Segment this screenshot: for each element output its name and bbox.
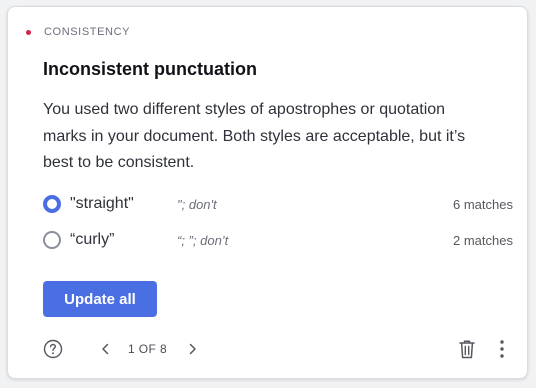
trash-icon[interactable] [457, 338, 477, 360]
option-curly-radio[interactable] [43, 231, 61, 249]
suggestion-card: CONSISTENCY Inconsistent punctuation You… [7, 6, 528, 379]
update-all-button[interactable]: Update all [43, 281, 157, 317]
more-vertical-icon[interactable] [496, 338, 508, 360]
option-curly[interactable]: “curly” “; ”; don’t 2 matches [43, 229, 513, 251]
option-straight-example: "; don't [177, 196, 217, 212]
option-straight-label: "straight" [70, 195, 134, 212]
option-curly-label: “curly” [70, 231, 115, 248]
option-curly-example: “; ”; don’t [177, 232, 229, 248]
chevron-right-icon[interactable] [186, 340, 200, 358]
card-title: Inconsistent punctuation [43, 59, 257, 79]
help-icon[interactable] [43, 339, 63, 359]
category-header: CONSISTENCY [26, 26, 130, 38]
option-straight[interactable]: "straight" "; don't 6 matches [43, 193, 513, 215]
pager-counter: 1 OF 8 [128, 342, 168, 356]
option-straight-radio[interactable] [43, 195, 61, 213]
chevron-left-icon[interactable] [98, 340, 112, 358]
card-description: You used two different styles of apostro… [43, 101, 466, 171]
category-label: CONSISTENCY [44, 26, 131, 38]
category-dot [26, 29, 31, 35]
option-curly-count: 2 matches [453, 232, 513, 248]
option-straight-count: 6 matches [453, 196, 513, 212]
